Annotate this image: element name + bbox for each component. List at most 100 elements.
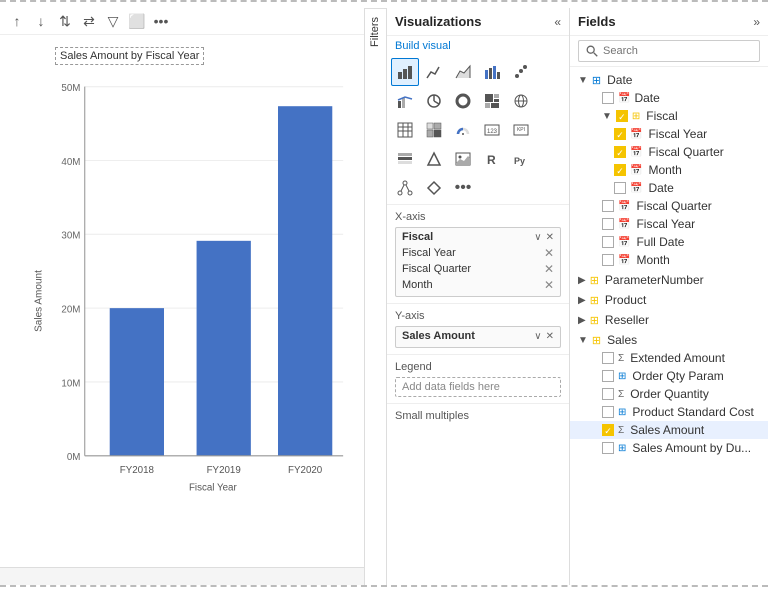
legend-section: Legend Add data fields here [387, 355, 569, 404]
svg-text:30M: 30M [61, 231, 80, 242]
field-group-reseller-header[interactable]: ▶ ⊞ Reseller [570, 311, 768, 329]
field-item-order-qty-param[interactable]: ⊞ Order Qty Param [570, 367, 768, 385]
sort-down-icon[interactable]: ↓ [32, 12, 50, 30]
field-item-fiscal-quarter[interactable]: 📅 Fiscal Quarter [570, 143, 768, 161]
search-input[interactable] [603, 45, 753, 57]
xaxis-item-3-remove[interactable]: ✕ [544, 278, 554, 292]
viz-card-icon[interactable]: 123 [478, 116, 506, 144]
field-item-fiscal-year[interactable]: 📅 Fiscal Year [570, 125, 768, 143]
date1-checkbox[interactable] [602, 92, 614, 104]
viz-scatter-icon[interactable] [507, 58, 535, 86]
order-qty-param-checkbox[interactable] [602, 370, 614, 382]
fiscal-quarter2-checkbox[interactable] [602, 200, 614, 212]
viz-bar-icon[interactable] [391, 58, 419, 86]
viz-matrix-icon[interactable] [420, 116, 448, 144]
yaxis-remove-btn[interactable]: ✕ [546, 331, 554, 342]
small-multiples-section: Small multiples [387, 404, 569, 428]
xaxis-item-1-remove[interactable]: ✕ [544, 246, 554, 260]
xaxis-field-name: Fiscal [402, 231, 433, 243]
filters-side[interactable]: Filters [365, 8, 387, 585]
field-item-order-quantity[interactable]: Σ Order Quantity [570, 385, 768, 403]
field-group-sales-header[interactable]: ▼ ⊞ Sales [570, 331, 768, 349]
sales-amount-du-checkbox[interactable] [602, 442, 614, 454]
viz-map-icon[interactable] [507, 87, 535, 115]
field-group-reseller: ▶ ⊞ Reseller [570, 311, 768, 329]
fiscal-year2-cal-icon: 📅 [618, 219, 630, 230]
viz-line-icon[interactable] [420, 58, 448, 86]
xaxis-item-1: Fiscal Year ✕ [402, 245, 554, 261]
more-icon[interactable]: ••• [152, 12, 170, 30]
viz-area-icon[interactable] [449, 58, 477, 86]
xaxis-item-2-remove[interactable]: ✕ [544, 262, 554, 276]
viz-kpi-icon[interactable]: KPI [507, 116, 535, 144]
field-item-fiscal-year2[interactable]: 📅 Fiscal Year [570, 215, 768, 233]
focus-icon[interactable]: ⬜ [128, 12, 146, 30]
field-group-parameter-header[interactable]: ▶ ⊞ ParameterNumber [570, 271, 768, 289]
viz-combo-icon[interactable] [391, 87, 419, 115]
sort-both-icon[interactable]: ⇅ [56, 12, 74, 30]
fields-expand-icon[interactable]: » [753, 15, 760, 29]
bar-fy2020[interactable] [278, 106, 332, 456]
viz-table-icon[interactable] [391, 116, 419, 144]
field-item-full-date[interactable]: 📅 Full Date [570, 233, 768, 251]
filters-label[interactable]: Filters [365, 8, 386, 55]
build-visual-link[interactable]: Build visual [395, 40, 451, 52]
viz-slicer-icon[interactable] [391, 145, 419, 173]
field-item-month[interactable]: 📅 Month [570, 161, 768, 179]
viz-py-icon[interactable]: Py [507, 145, 535, 173]
sort-up-icon[interactable]: ↑ [8, 12, 26, 30]
viz-gauge-icon[interactable] [449, 116, 477, 144]
field-item-sales-amount[interactable]: Σ Sales Amount [570, 421, 768, 439]
fiscal-year-name: Fiscal Year [648, 127, 707, 141]
yaxis-expand-btn[interactable]: ∨ [534, 331, 541, 342]
field-item-fiscal-date[interactable]: 📅 Date [570, 179, 768, 197]
month-checkbox[interactable] [614, 164, 626, 176]
xaxis-remove-btn[interactable]: ✕ [546, 232, 554, 243]
bar-fy2018[interactable] [110, 308, 164, 456]
field-item-extended-amount[interactable]: Σ Extended Amount [570, 349, 768, 367]
yaxis-field-name: Sales Amount [402, 330, 475, 342]
viz-treemap-icon[interactable] [478, 87, 506, 115]
product-standard-cost-checkbox[interactable] [602, 406, 614, 418]
sales-amount-du-icon: ⊞ [618, 443, 626, 454]
viz-decomp-icon[interactable] [391, 174, 419, 202]
field-group-sales: ▼ ⊞ Sales Σ Extended Amount ⊞ Order Qty … [570, 331, 768, 457]
full-date-checkbox[interactable] [602, 236, 614, 248]
viz-key-icon[interactable] [420, 174, 448, 202]
fiscal-quarter-checkbox[interactable] [614, 146, 626, 158]
viz-donut-icon[interactable] [449, 87, 477, 115]
expand-icon[interactable]: ⇄ [80, 12, 98, 30]
fiscal-quarter-name: Fiscal Quarter [648, 145, 723, 159]
fiscal-year2-checkbox[interactable] [602, 218, 614, 230]
fiscal-date-checkbox[interactable] [614, 182, 626, 194]
bar-fy2019[interactable] [197, 241, 251, 456]
month2-checkbox[interactable] [602, 254, 614, 266]
sales-amount-checkbox[interactable] [602, 424, 614, 436]
viz-r-icon[interactable]: R [478, 145, 506, 173]
filter-icon[interactable]: ▽ [104, 12, 122, 30]
field-item-fiscal-group[interactable]: ▼ ⊞ Fiscal [570, 107, 768, 125]
legend-drop-zone[interactable]: Add data fields here [395, 377, 561, 397]
field-group-product-header[interactable]: ▶ ⊞ Product [570, 291, 768, 309]
viz-column-icon[interactable] [478, 58, 506, 86]
fiscal-checkbox[interactable] [616, 110, 628, 122]
field-item-sales-amount-du[interactable]: ⊞ Sales Amount by Du... [570, 439, 768, 457]
field-item-product-standard-cost[interactable]: ⊞ Product Standard Cost [570, 403, 768, 421]
viz-pie-icon[interactable] [420, 87, 448, 115]
field-item-month2[interactable]: 📅 Month [570, 251, 768, 269]
viz-collapse-icon[interactable]: « [554, 15, 561, 29]
viz-image-icon[interactable] [449, 145, 477, 173]
xaxis-item-2: Fiscal Quarter ✕ [402, 261, 554, 277]
viz-more-btn[interactable]: ••• [449, 174, 477, 202]
viz-shape-icon[interactable] [420, 145, 448, 173]
field-group-date-header[interactable]: ▼ ⊞ Date [570, 71, 768, 89]
date1-cal-icon: 📅 [618, 93, 630, 104]
viz-header: Visualizations « [387, 8, 569, 36]
fiscal-year-checkbox[interactable] [614, 128, 626, 140]
extended-amount-checkbox[interactable] [602, 352, 614, 364]
order-quantity-checkbox[interactable] [602, 388, 614, 400]
field-item-date1[interactable]: 📅 Date [570, 89, 768, 107]
sales-amount-name: Sales Amount [630, 423, 704, 437]
field-item-fiscal-quarter2[interactable]: 📅 Fiscal Quarter [570, 197, 768, 215]
xaxis-expand-btn[interactable]: ∨ [534, 232, 541, 243]
